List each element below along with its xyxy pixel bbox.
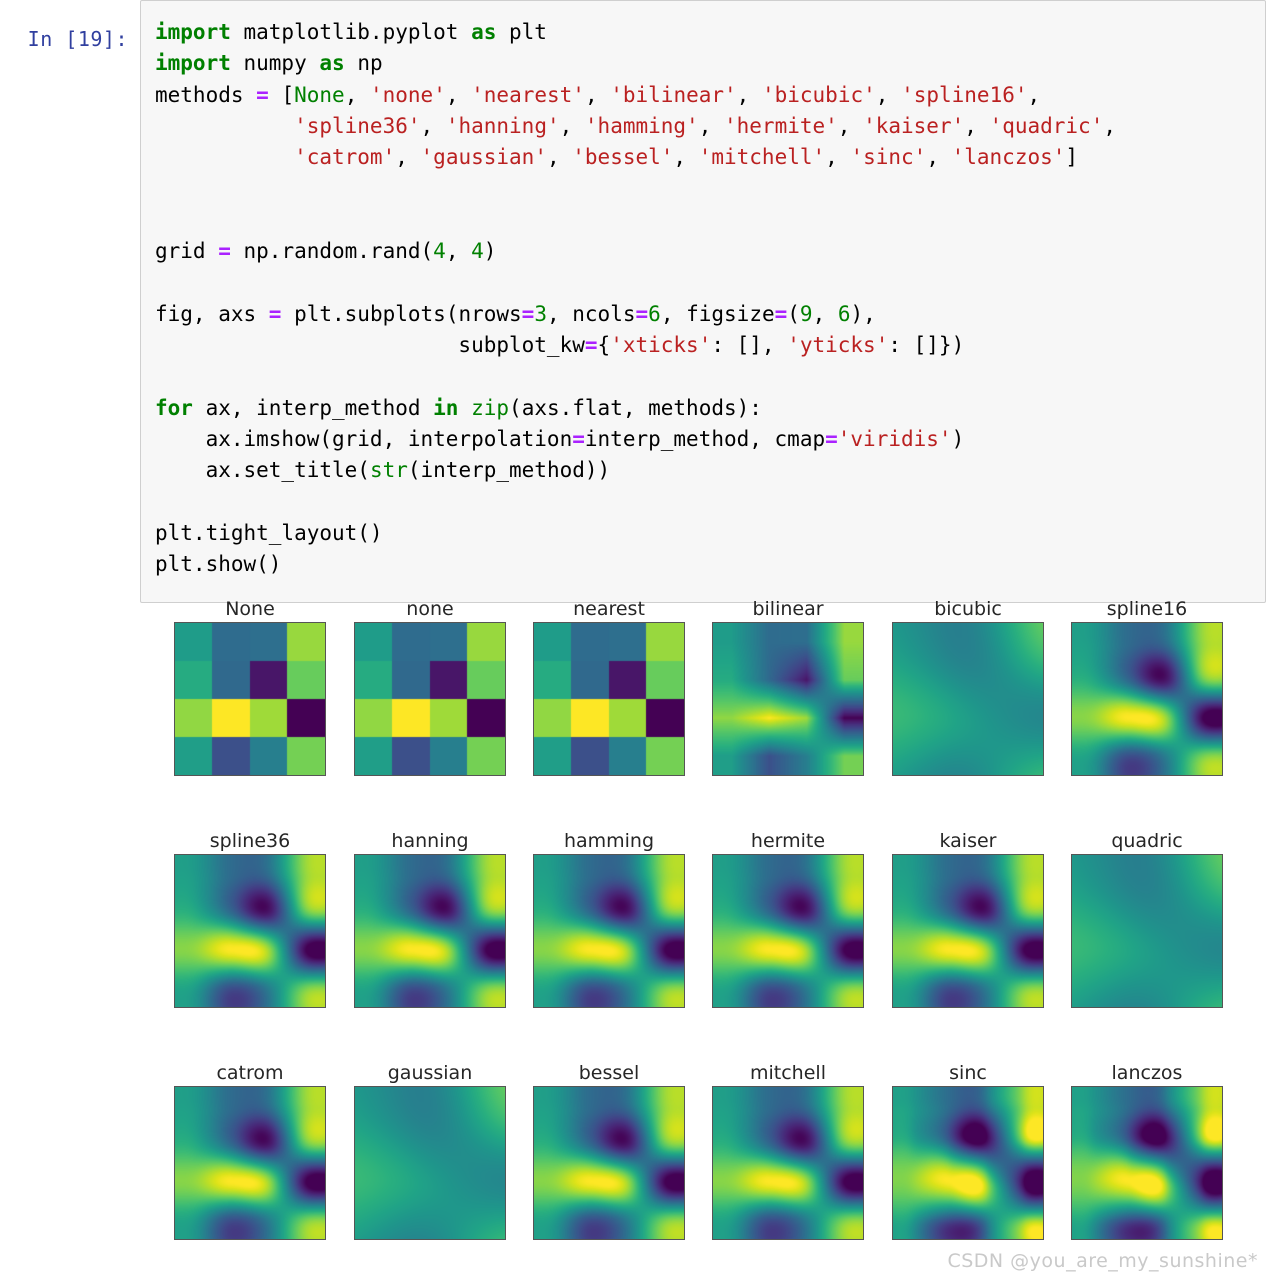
heatmap-image	[713, 1087, 863, 1239]
heatmap-axes	[892, 854, 1044, 1008]
heatmap-axes	[712, 622, 864, 776]
subplot-title: quadric	[1111, 830, 1183, 852]
subplot-sinc: sinc	[892, 1060, 1044, 1240]
heatmap-axes	[1071, 622, 1223, 776]
subplot-title: hermite	[750, 830, 826, 852]
code-input-area[interactable]: import matplotlib.pyplot as plt import n…	[140, 0, 1266, 604]
subplot-none: none	[354, 596, 506, 776]
notebook-cell: In [19]: import matplotlib.pyplot as plt…	[0, 0, 1266, 604]
heatmap-image	[893, 623, 1043, 775]
heatmap-image	[355, 1087, 505, 1239]
heatmap-image	[893, 855, 1043, 1007]
subplot-title: hamming	[563, 830, 655, 852]
python-source-code[interactable]: import matplotlib.pyplot as plt import n…	[155, 17, 1265, 580]
heatmap-axes	[354, 622, 506, 776]
subplot-title: sinc	[949, 1062, 987, 1084]
heatmap-axes	[1071, 854, 1223, 1008]
subplot-title: bessel	[578, 1062, 640, 1084]
subplot-bessel: bessel	[533, 1060, 685, 1240]
matplotlib-figure-output: None none nearest bilinear bicubic spline16 sp…	[150, 596, 1240, 1280]
subplot-row-2: spline36 hanning hamming hermite kaiser quadr…	[150, 828, 1240, 1056]
heatmap-image	[893, 1087, 1043, 1239]
subplot-bilinear: bilinear	[712, 596, 864, 776]
subplot-title: gaussian	[387, 1062, 473, 1084]
subplot-catrom: catrom	[174, 1060, 326, 1240]
subplot-lanczos: lanczos	[1071, 1060, 1223, 1240]
subplot-none: None	[174, 596, 326, 776]
heatmap-axes	[712, 854, 864, 1008]
subplot-title: spline36	[209, 830, 291, 852]
subplot-gaussian: gaussian	[354, 1060, 506, 1240]
subplot-hamming: hamming	[533, 828, 685, 1008]
subplot-title: kaiser	[939, 830, 997, 852]
subplot-title: none	[406, 598, 454, 620]
heatmap-image	[713, 855, 863, 1007]
subplot-title: bilinear	[752, 598, 824, 620]
heatmap-axes	[174, 622, 326, 776]
heatmap-axes	[712, 1086, 864, 1240]
heatmap-image	[355, 623, 505, 775]
subplot-title: bicubic	[934, 598, 1002, 620]
heatmap-axes	[174, 854, 326, 1008]
subplot-title: mitchell	[750, 1062, 826, 1084]
heatmap-axes	[1071, 1086, 1223, 1240]
heatmap-axes	[533, 622, 685, 776]
heatmap-image	[1072, 1087, 1222, 1239]
heatmap-axes	[892, 1086, 1044, 1240]
heatmap-axes	[892, 622, 1044, 776]
heatmap-image	[534, 855, 684, 1007]
subplot-quadric: quadric	[1071, 828, 1223, 1008]
heatmap-image	[534, 623, 684, 775]
heatmap-image	[175, 1087, 325, 1239]
subplot-spline16: spline16	[1071, 596, 1223, 776]
subplot-title: hanning	[391, 830, 469, 852]
heatmap-image	[355, 855, 505, 1007]
subplot-bicubic: bicubic	[892, 596, 1044, 776]
subplot-kaiser: kaiser	[892, 828, 1044, 1008]
execution-prompt-label: In [19]:	[27, 27, 128, 51]
subplot-title: catrom	[216, 1062, 284, 1084]
subplot-nearest: nearest	[533, 596, 685, 776]
heatmap-axes	[533, 1086, 685, 1240]
subplot-spline36: spline36	[174, 828, 326, 1008]
heatmap-image	[175, 855, 325, 1007]
subplot-title: nearest	[573, 598, 645, 620]
heatmap-image	[175, 623, 325, 775]
subplot-title: lanczos	[1111, 1062, 1183, 1084]
heatmap-image	[1072, 855, 1222, 1007]
heatmap-axes	[354, 1086, 506, 1240]
subplot-title: spline16	[1106, 598, 1188, 620]
heatmap-image	[713, 623, 863, 775]
heatmap-image	[1072, 623, 1222, 775]
subplot-row-3: catrom gaussian bessel mitchell sinc lanczos	[150, 1060, 1240, 1288]
subplot-mitchell: mitchell	[712, 1060, 864, 1240]
heatmap-axes	[174, 1086, 326, 1240]
subplot-title: None	[225, 598, 275, 620]
heatmap-axes	[354, 854, 506, 1008]
code-cell-row: In [19]: import matplotlib.pyplot as plt…	[0, 0, 1266, 604]
subplot-hermite: hermite	[712, 828, 864, 1008]
heatmap-image	[534, 1087, 684, 1239]
subplot-hanning: hanning	[354, 828, 506, 1008]
heatmap-axes	[533, 854, 685, 1008]
subplot-row-1: None none nearest bilinear bicubic spline16	[150, 596, 1240, 824]
